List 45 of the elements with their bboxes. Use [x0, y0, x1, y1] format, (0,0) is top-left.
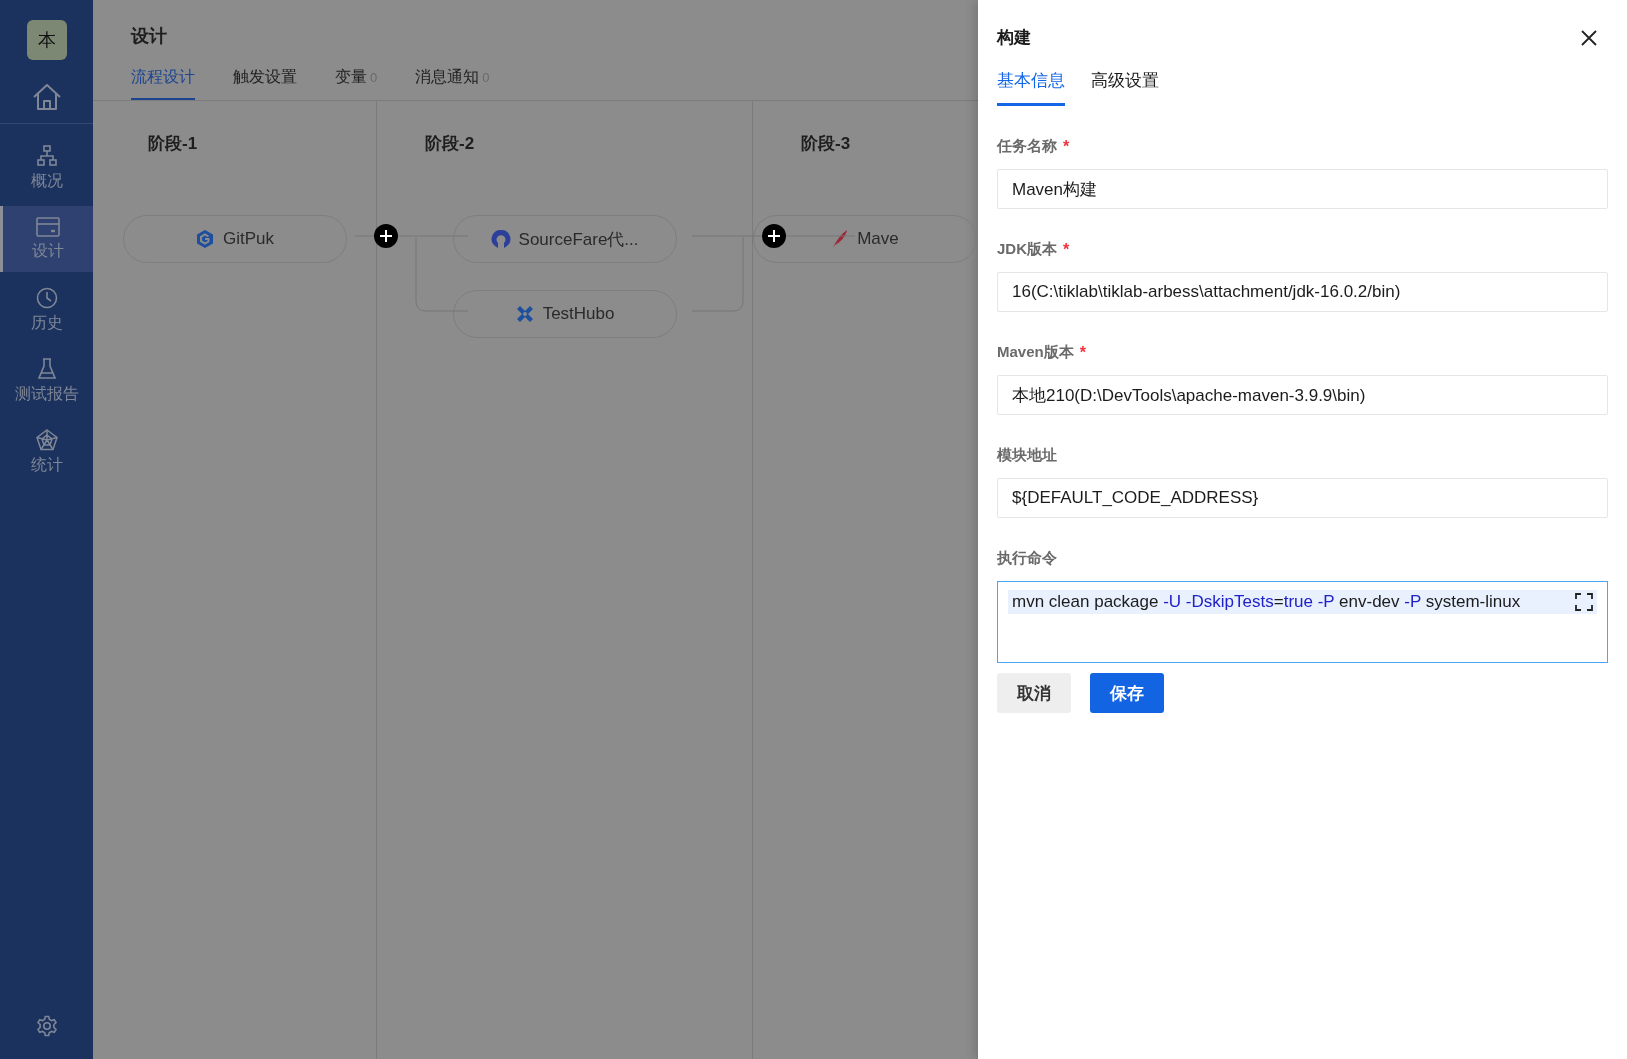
tab[interactable]: 触发设置: [233, 67, 297, 100]
required-mark: *: [1063, 240, 1070, 259]
stage-title: 阶段-3: [801, 133, 852, 155]
tab[interactable]: 流程设计: [131, 67, 195, 100]
field-label: Maven版本: [997, 343, 1074, 362]
card-icon: [36, 216, 60, 237]
field-label: 任务名称: [997, 137, 1057, 156]
home-icon[interactable]: [31, 83, 62, 111]
hexagon-logo-icon: [195, 229, 216, 249]
sidebar-item[interactable]: 概况: [0, 135, 93, 201]
field-label: JDK版本: [997, 240, 1057, 259]
input-field[interactable]: ${DEFAULT_CODE_ADDRESS}: [997, 478, 1608, 518]
settings-icon[interactable]: [35, 1015, 58, 1037]
cancel-button[interactable]: 取消: [997, 673, 1071, 713]
close-icon[interactable]: [1581, 29, 1597, 46]
input-field[interactable]: 16(C:\tiklab\tiklab-arbess\attachment/jdk-16.0.2/bin): [997, 272, 1608, 312]
fullscreen-icon[interactable]: [1575, 593, 1593, 611]
clock-icon: [35, 286, 58, 309]
radar-chart-icon: [35, 428, 58, 451]
add-stage-button[interactable]: [374, 224, 398, 248]
sidebar-item[interactable]: 统计: [0, 419, 93, 485]
add-stage-button[interactable]: [762, 224, 786, 248]
ring-logo-icon: [490, 229, 511, 249]
stage-title: 阶段-1: [148, 133, 199, 155]
command-text: mvn clean package -U -DskipTests=true -P env-dev -P system-linux: [1012, 592, 1521, 612]
stage-title: 阶段-2: [425, 133, 476, 155]
drawer-title: 构建: [997, 27, 1031, 49]
code-editor[interactable]: mvn clean package -U -DskipTests=true -P env-dev -P system-linux: [997, 581, 1608, 663]
sidebar-item[interactable]: 设计: [0, 206, 93, 272]
project-avatar[interactable]: 本: [26, 20, 67, 60]
required-mark: *: [1063, 137, 1070, 156]
tab[interactable]: 高级设置: [1091, 69, 1159, 106]
feather-icon: [831, 229, 850, 249]
flask-icon: [36, 357, 57, 380]
field-label: 执行命令: [997, 549, 1057, 568]
hierarchy-icon: [35, 144, 58, 167]
required-mark: *: [1079, 343, 1086, 362]
save-button[interactable]: 保存: [1090, 673, 1164, 713]
field-label: 模块地址: [997, 446, 1057, 465]
sidebar-item[interactable]: 测试报告: [0, 348, 93, 414]
tab[interactable]: 基本信息: [997, 69, 1065, 106]
sidebar-item[interactable]: 历史: [0, 277, 93, 343]
input-field[interactable]: Maven构建: [997, 169, 1608, 209]
input-field[interactable]: 本地210(D:\DevTools\apache-maven-3.9.9\bin): [997, 375, 1608, 415]
page-title: 设计: [131, 25, 168, 48]
